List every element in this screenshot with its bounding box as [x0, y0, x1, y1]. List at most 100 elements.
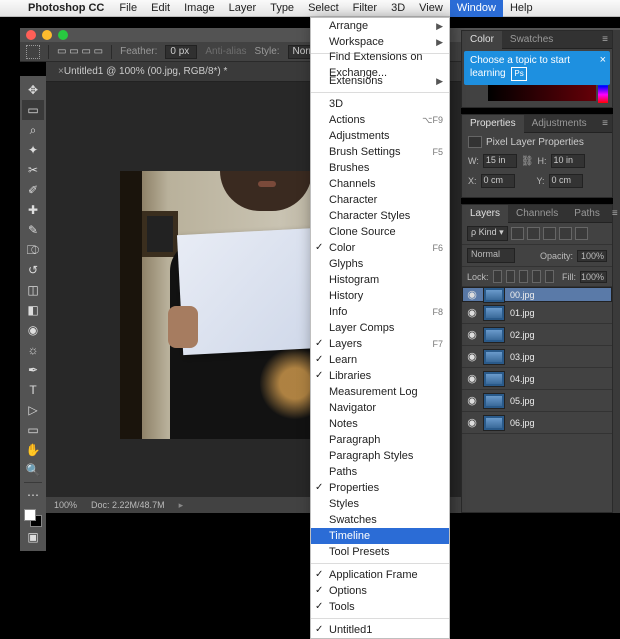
menu-item-properties[interactable]: ✓Properties — [311, 480, 449, 496]
menu-item-notes[interactable]: Notes — [311, 416, 449, 432]
lock-artboard[interactable] — [532, 270, 541, 283]
dodge-tool[interactable]: ☼ — [22, 340, 44, 360]
fill-input[interactable]: 100% — [580, 271, 607, 283]
menu-item-measurement-log[interactable]: Measurement Log — [311, 384, 449, 400]
menu-layer[interactable]: Layer — [222, 0, 264, 17]
layer-row[interactable]: ◉06.jpg — [462, 412, 612, 434]
menu-item-options[interactable]: ✓Options — [311, 583, 449, 599]
color-swatches[interactable] — [24, 509, 42, 527]
menu-item-actions[interactable]: Actions⌥F9 — [311, 112, 449, 128]
menu-item-workspace[interactable]: Workspace▶ — [311, 34, 449, 50]
menu-item-brushes[interactable]: Brushes — [311, 160, 449, 176]
feather-input[interactable]: 0 px — [165, 45, 197, 59]
menu-item-application-frame[interactable]: ✓Application Frame — [311, 567, 449, 583]
visibility-toggle[interactable]: ◉ — [466, 328, 478, 341]
menu-filter[interactable]: Filter — [346, 0, 384, 17]
menu-item-color[interactable]: ✓ColorF6 — [311, 240, 449, 256]
layer-thumbnail[interactable] — [483, 349, 505, 365]
move-tool[interactable]: ✥ — [22, 80, 44, 100]
layer-row[interactable]: ◉03.jpg — [462, 346, 612, 368]
shape-tool[interactable]: ▭ — [22, 420, 44, 440]
learn-tooltip[interactable]: Choose a topic to start learning Ps × — [464, 51, 610, 85]
menu-item-history[interactable]: History — [311, 288, 449, 304]
layer-row[interactable]: ◉05.jpg — [462, 390, 612, 412]
menu-item-layer-comps[interactable]: Layer Comps — [311, 320, 449, 336]
lock-all[interactable] — [545, 270, 554, 283]
visibility-toggle[interactable]: ◉ — [466, 372, 478, 385]
eraser-tool[interactable]: ◫ — [22, 280, 44, 300]
menu-item-tools[interactable]: ✓Tools — [311, 599, 449, 615]
y-input[interactable]: 0 cm — [549, 174, 583, 188]
crop-tool[interactable]: ✂ — [22, 160, 44, 180]
menu-item-brush-settings[interactable]: Brush SettingsF5 — [311, 144, 449, 160]
layer-name[interactable]: 04.jpg — [510, 374, 535, 384]
edit-toolbar[interactable]: ⋯ — [22, 485, 44, 505]
menu-file[interactable]: File — [112, 0, 144, 17]
zoom-window-button[interactable] — [58, 30, 68, 40]
tab-adjustments[interactable]: Adjustments — [524, 115, 595, 133]
menu-item-3d[interactable]: 3D — [311, 96, 449, 112]
layer-thumbnail[interactable] — [483, 371, 505, 387]
lock-transparent[interactable] — [493, 270, 502, 283]
menu-item-character-styles[interactable]: Character Styles — [311, 208, 449, 224]
quick-select-tool[interactable]: ✦ — [22, 140, 44, 160]
h-input[interactable]: 10 in — [551, 154, 585, 168]
menu-help[interactable]: Help — [503, 0, 540, 17]
tab-layers[interactable]: Layers — [462, 205, 508, 223]
panel-menu-icon[interactable]: ≡ — [608, 208, 620, 219]
tab-color[interactable]: Color — [462, 31, 502, 49]
menu-item-timeline[interactable]: Timeline — [311, 528, 449, 544]
menu-item-arrange[interactable]: Arrange▶ — [311, 18, 449, 34]
filter-adjust-icon[interactable] — [527, 227, 540, 240]
minimize-window-button[interactable] — [42, 30, 52, 40]
menu-item-styles[interactable]: Styles — [311, 496, 449, 512]
marquee-tool[interactable]: ▭ — [22, 100, 44, 120]
visibility-toggle[interactable]: ◉ — [466, 350, 478, 363]
menu-window[interactable]: Window — [450, 0, 503, 17]
menu-item-paragraph[interactable]: Paragraph — [311, 432, 449, 448]
hand-tool[interactable]: ✋ — [22, 440, 44, 460]
status-menu[interactable]: ▸ — [179, 500, 184, 511]
menu-item-info[interactable]: InfoF8 — [311, 304, 449, 320]
zoom-level[interactable]: 100% — [54, 500, 77, 510]
menu-item-layers[interactable]: ✓LayersF7 — [311, 336, 449, 352]
screen-mode[interactable]: ▣ — [22, 527, 44, 547]
selection-mode-icons[interactable]: ▭ ▭ ▭ ▭ — [57, 46, 103, 57]
filter-smart-icon[interactable] — [575, 227, 588, 240]
filter-pixel-icon[interactable] — [511, 227, 524, 240]
menu-item-character[interactable]: Character — [311, 192, 449, 208]
close-tooltip-button[interactable]: × — [600, 54, 606, 66]
menu-item-paths[interactable]: Paths — [311, 464, 449, 480]
filter-shape-icon[interactable] — [559, 227, 572, 240]
menu-select[interactable]: Select — [301, 0, 346, 17]
menu-view[interactable]: View — [412, 0, 450, 17]
visibility-toggle[interactable]: ◉ — [466, 288, 478, 301]
filter-type-icon[interactable] — [543, 227, 556, 240]
layer-row[interactable]: ◉ 04.jpg — [462, 368, 612, 390]
menu-item-tool-presets[interactable]: Tool Presets — [311, 544, 449, 560]
blur-tool[interactable]: ◉ — [22, 320, 44, 340]
menu-item-swatches[interactable]: Swatches — [311, 512, 449, 528]
layer-row[interactable]: ◉02.jpg — [462, 324, 612, 346]
link-wh-icon[interactable]: ⛓ — [521, 156, 534, 167]
tab-swatches[interactable]: Swatches — [502, 31, 561, 49]
color-ramp[interactable] — [488, 85, 596, 101]
history-brush-tool[interactable]: ↺ — [22, 260, 44, 280]
menu-item-libraries[interactable]: ✓Libraries — [311, 368, 449, 384]
menu-item-clone-source[interactable]: Clone Source — [311, 224, 449, 240]
panel-menu-icon[interactable]: ≡ — [598, 34, 612, 45]
lasso-tool[interactable]: ⌕ — [22, 120, 44, 140]
w-input[interactable]: 15 in — [483, 154, 517, 168]
layer-thumbnail[interactable] — [483, 393, 505, 409]
menu-type[interactable]: Type — [263, 0, 301, 17]
layer-row[interactable]: ◉00.jpg — [462, 287, 612, 302]
layer-thumbnail[interactable] — [483, 305, 505, 321]
menu-image[interactable]: Image — [177, 0, 222, 17]
tab-properties[interactable]: Properties — [462, 115, 524, 133]
menu-item-glyphs[interactable]: Glyphs — [311, 256, 449, 272]
stamp-tool[interactable]: ⎄ — [22, 240, 44, 260]
layer-thumbnail[interactable] — [483, 415, 505, 431]
brush-tool[interactable]: ✎ — [22, 220, 44, 240]
eyedropper-tool[interactable]: ✐ — [22, 180, 44, 200]
doc-size[interactable]: Doc: 2.22M/48.7M — [91, 500, 165, 510]
